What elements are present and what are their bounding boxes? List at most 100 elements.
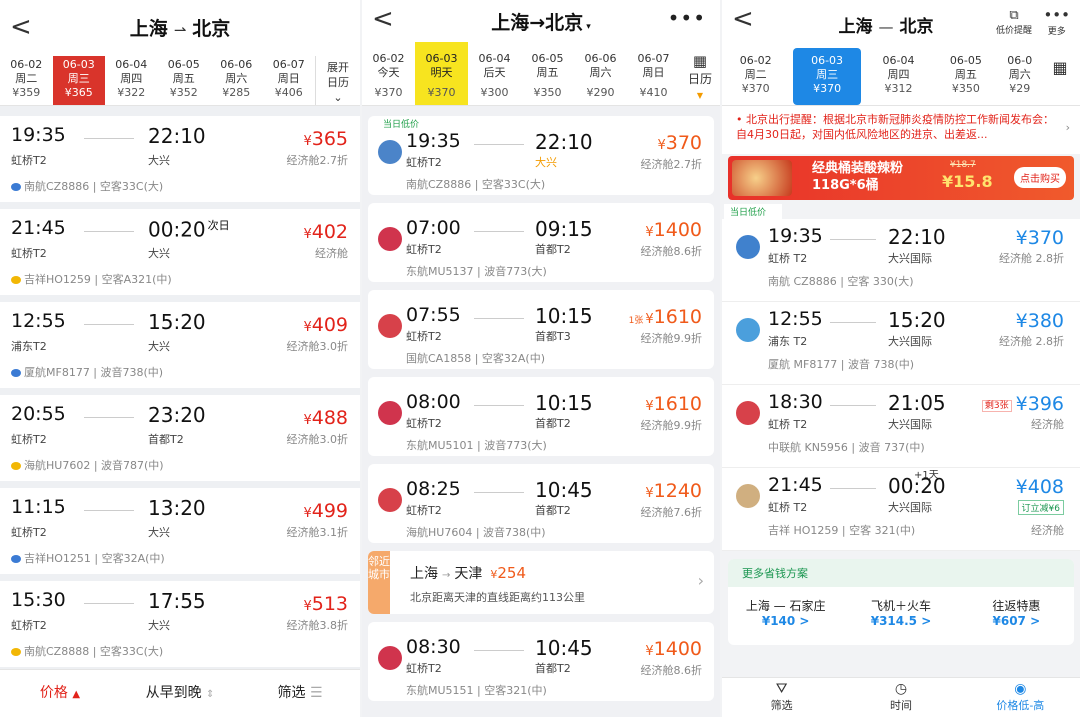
price: ¥513 — [303, 593, 348, 615]
arrival-time: 13:20 — [148, 496, 208, 520]
calendar-button[interactable]: ▦ 日历 ▼ — [680, 42, 720, 105]
tab-filter[interactable]: ⛛ 筛选 — [722, 678, 841, 717]
departure-time: 08:25 — [406, 478, 461, 500]
arrival-time: 10:15 — [535, 391, 593, 415]
flight-card[interactable]: 18:30 21:05 虹桥 T2 大兴国际 剩3张 ¥396 经济舱 中联航 KN5956 … — [722, 385, 1080, 468]
date-item-selected[interactable]: 06-03 周三 ¥365 — [52, 56, 105, 105]
arrival-time: 17:55 — [148, 589, 208, 613]
airline-logo-icon — [11, 183, 21, 191]
price-value: 1240 — [653, 480, 702, 502]
date-item[interactable]: 06-04 周四 ¥322 — [105, 56, 158, 105]
date-item[interactable]: 06-06 周六 ¥290 — [574, 42, 627, 105]
date-item[interactable]: 06-02 周二 ¥370 — [722, 48, 789, 105]
savings-option[interactable]: 飞机＋火车 ¥314.5 > — [843, 597, 958, 628]
arrival-time: 15:20 — [888, 308, 946, 332]
arrival-time: 00:20 — [888, 474, 946, 498]
date-item[interactable]: 06-05 周五 ¥350 — [521, 42, 574, 105]
calendar-button[interactable]: ▦ — [1040, 48, 1080, 105]
tab-price[interactable]: ◉ 价格低-高 — [961, 678, 1080, 717]
flight-card[interactable]: 07:00 09:15 虹桥T2 首都T2 ¥1400 经济舱8.6折 东航MU5137 |… — [368, 203, 714, 282]
airline-info: 吉祥HO1259 | 空客A321(中) — [11, 271, 172, 287]
flight-card[interactable]: 11:15 13:20 虹桥T2 大兴 ¥499 经济舱3.1折 吉祥HO1251 | 空客… — [0, 488, 360, 574]
currency-symbol: ¥ — [303, 413, 312, 428]
date-item[interactable]: 06-05 周五 ¥352 — [158, 56, 211, 105]
flight-card[interactable]: 07:55 10:15 虹桥T2 首都T3 1张 ¥1610 经济舱9.9折 国航CA1858… — [368, 290, 714, 369]
route-dash-icon: — — [878, 18, 894, 36]
date-item[interactable]: 06-06 周六 ¥285 — [210, 56, 263, 105]
flight-card[interactable]: 08:25 10:45 虹桥T2 首都T2 ¥1240 经济舱7.6折 海航HU7604 |… — [368, 464, 714, 543]
currency-symbol: ¥ — [645, 399, 654, 414]
currency-symbol: ¥ — [1015, 227, 1028, 249]
date-item[interactable]: 06-02 今天 ¥370 — [362, 42, 415, 105]
date-item[interactable]: 06-07 周日 ¥406 — [263, 56, 316, 105]
cabin-class: 经济舱9.9折 — [640, 419, 703, 432]
flight-card[interactable]: 12:55 15:20 浦东T2 大兴 ¥409 经济舱3.0折 厦航MF8177 | 波音… — [0, 302, 360, 388]
cabin-class: 经济舱3.0折 — [286, 433, 349, 446]
airline-logo-icon — [378, 646, 402, 670]
flight-card[interactable]: 15:30 17:55 虹桥T2 大兴 ¥513 经济舱3.8折 南航CZ8888 | 空客… — [0, 581, 360, 667]
ad-subtitle: 118G*6桶 — [812, 178, 879, 193]
arrival-airport: 首都T2 — [535, 504, 571, 517]
departure-time: 21:45 — [768, 474, 823, 496]
currency-symbol: ¥ — [1015, 476, 1028, 498]
flight-card[interactable]: 21:45 00:20 次日 虹桥T2 大兴 ¥402 经济舱 吉祥HO1259 | 空客A3… — [0, 209, 360, 295]
price-sort-icon: ◉ — [1014, 681, 1027, 697]
tab-time[interactable]: ◷ 时间 — [841, 678, 960, 717]
sort-time-button[interactable]: 从早到晚 ⇕ — [120, 670, 240, 717]
arrival-time: 22:10 — [888, 225, 946, 249]
filter-button[interactable]: 筛选 ☰ — [240, 670, 360, 717]
more-icon[interactable]: ••• — [668, 6, 706, 30]
date-item[interactable]: 06-07 周日 ¥410 — [627, 42, 680, 105]
currency-symbol: ¥ — [303, 134, 312, 149]
departure-airport: 浦东T2 — [11, 340, 47, 353]
price-value: 370 — [1027, 227, 1064, 249]
nearby-desc: 北京距离天津的直线距离约113公里 — [410, 591, 585, 604]
flight-card[interactable]: 当日低价 19:35 22:10 虹桥T2 大兴 ¥370 经济舱2.7折 南航CZ8886 … — [368, 116, 714, 195]
flight-card[interactable]: 21:45 +1天 00:20 虹桥 T2 大兴国际 ¥408 订立减¥6 经济舱 吉祥 HO1… — [722, 468, 1080, 551]
more-button[interactable]: ••• 更多 — [1043, 6, 1070, 37]
flight-card[interactable]: 08:30 10:45 虹桥T2 首都T2 ¥1400 经济舱8.6折 东航MU5151 |… — [368, 622, 714, 701]
departure-time: 08:30 — [406, 636, 461, 658]
ctrip-panel: < 上海 ⇀ 北京 06-02 周二 ¥359 06-03 周三 ¥365 06-04 周四 ¥… — [0, 0, 360, 717]
currency-symbol: ¥ — [645, 312, 654, 327]
arrival-airport: 大兴国际 — [888, 335, 932, 348]
page-title[interactable]: 上海→北京 ▾ — [362, 8, 720, 35]
flight-card[interactable]: 12:55 15:20 浦东 T2 大兴国际 ¥380 经济舱 2.8折 厦航 MF8177… — [722, 302, 1080, 385]
next-day-label: 次日 — [207, 219, 230, 232]
sort-price-button[interactable]: 价格 ▲ — [0, 670, 120, 717]
arrival-time: 22:10 — [148, 124, 208, 148]
price: ¥365 — [303, 128, 348, 150]
date-item[interactable]: 06-04 周四 ¥312 — [865, 48, 932, 105]
price-value: 370 — [665, 132, 702, 154]
flight-card[interactable]: 19:35 22:10 虹桥T2 大兴 ¥365 经济舱2.7折 南航CZ8886 | 空客… — [0, 116, 360, 202]
savings-option[interactable]: 往返特惠 ¥607 > — [959, 597, 1074, 628]
date-item-selected[interactable]: 06-03 周三 ¥370 — [793, 48, 861, 105]
airline-info: 海航HU7602 | 波音787(中) — [11, 457, 164, 473]
cabin-class: 经济舱 — [315, 247, 348, 260]
ad-banner[interactable]: 经典桶装酸辣粉 118G*6桶 ¥18.7 ¥15.8 点击购买 — [728, 156, 1074, 200]
ad-buy-button[interactable]: 点击购买 — [1014, 167, 1066, 188]
nearby-city-card[interactable]: 邻近城市 上海 → 天津 ¥254 北京距离天津的直线距离约113公里 › — [368, 551, 714, 614]
arrival-time: 15:20 — [148, 310, 208, 334]
date-item[interactable]: 06-05 周五 ¥350 — [932, 48, 999, 105]
route-line — [474, 231, 524, 232]
departure-airport: 虹桥 T2 — [768, 501, 808, 514]
price-value: 488 — [311, 407, 348, 429]
date-item[interactable]: 06-04 后天 ¥300 — [468, 42, 521, 105]
flight-card[interactable]: 08:00 10:15 虹桥T2 首都T2 ¥1610 经济舱9.9折 东航MU5101 |… — [368, 377, 714, 456]
savings-option[interactable]: 上海 — 石家庄 ¥140 > — [728, 597, 843, 628]
flight-card[interactable]: 19:35 22:10 虹桥 T2 大兴国际 ¥370 经济舱 2.8折 南航 CZ8886… — [722, 219, 1080, 302]
flight-card[interactable]: 20:55 23:20 虹桥T2 首都T2 ¥488 经济舱3.0折 海航HU7602 | … — [0, 395, 360, 481]
more-icon: ••• — [1043, 6, 1070, 24]
expand-calendar-button[interactable]: 展开 日历 ⌄ — [315, 56, 360, 105]
date-item[interactable]: 06-0 周六 ¥29 — [1000, 48, 1040, 105]
date-item[interactable]: 06-02 周二 ¥359 — [0, 56, 53, 105]
qunar-panel: < 上海→北京 ▾ ••• 06-02 今天 ¥370 06-03 明天 ¥370 06… — [362, 0, 720, 717]
airline-logo-icon — [378, 488, 402, 512]
travel-notice[interactable]: • 北京出行提醒：根据北京市新冠肺炎疫情防控工作新闻发布会：自4月30日起，对国… — [722, 106, 1080, 154]
airline-logo-icon — [736, 484, 760, 508]
price: ¥402 — [303, 221, 348, 243]
date-bar: 06-02 周二 ¥359 06-03 周三 ¥365 06-04 周四 ¥322 06-0… — [0, 56, 360, 106]
date-item-selected[interactable]: 06-03 明天 ¥370 — [415, 42, 468, 105]
low-price-remind-button[interactable]: ⧉ 低价提醒 — [996, 8, 1032, 36]
